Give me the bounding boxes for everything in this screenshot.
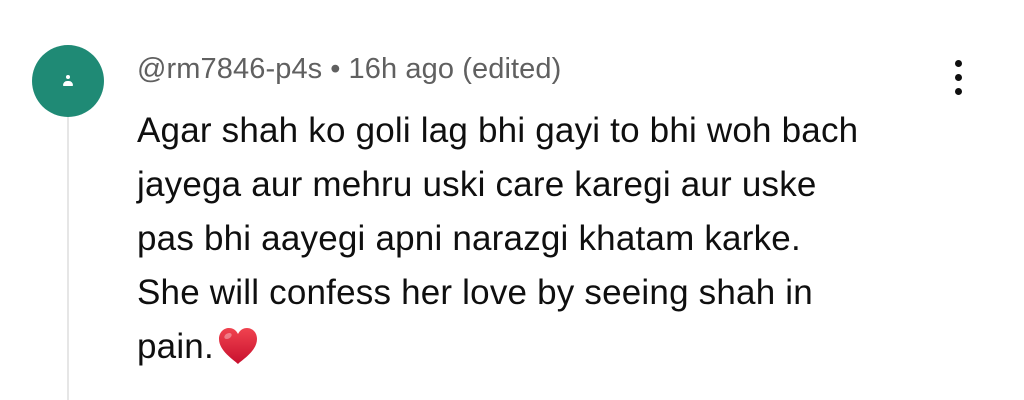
comment-last-line: pain. (137, 320, 977, 374)
author-name[interactable]: @rm7846-p4s (137, 53, 322, 85)
comment-header: @rm7846-p4s • 16h ago (edited) (137, 52, 561, 86)
avatar[interactable] (32, 45, 104, 117)
edited-label: (edited) (462, 53, 562, 85)
comment-line: jayega aur mehru uski care karegi aur us… (137, 165, 817, 204)
person-icon (63, 75, 73, 87)
more-options-button[interactable] (944, 56, 974, 100)
reply-thread-line (67, 112, 69, 400)
separator-dot: • (330, 53, 341, 85)
comment-body: Agar shah ko goli lag bhi gayi to bhi wo… (137, 104, 977, 374)
heart-emoji-icon (218, 328, 257, 364)
comment-timestamp[interactable]: 16h ago (349, 53, 455, 85)
comment-line: pas bhi aayegi apni narazgi khatam karke… (137, 219, 801, 258)
comment-line: Agar shah ko goli lag bhi gayi to bhi wo… (137, 111, 859, 150)
comment-line: She will confess her love by seeing shah… (137, 273, 813, 312)
comment-line: pain. (137, 327, 214, 366)
